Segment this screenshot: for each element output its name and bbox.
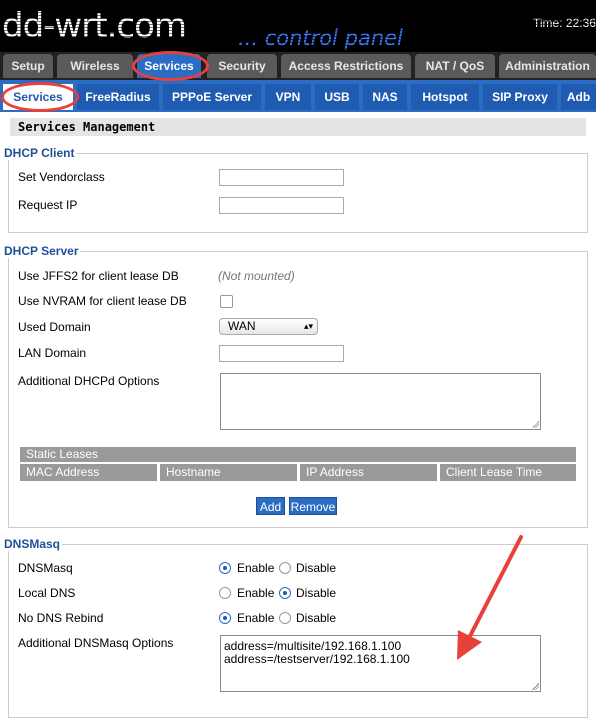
dnsmasq-options-textarea[interactable]: address=/multisite/192.168.1.100 address… — [220, 635, 541, 692]
local-dns-enable-label: Enable — [237, 586, 275, 600]
no-dns-rebind-disable-label: Disable — [296, 611, 337, 625]
dnsmasq-label: DNSMasq — [18, 561, 73, 575]
local-dns-disable-radio[interactable] — [279, 587, 291, 599]
dnsmasq-enable-radio[interactable] — [219, 562, 231, 574]
no-dns-rebind-disable-radio[interactable] — [279, 612, 291, 624]
tab-wireless[interactable]: Wireless — [57, 54, 133, 78]
logo: dd-wrt.com — [2, 6, 187, 46]
subtab-freeradius[interactable]: FreeRadius — [77, 84, 159, 110]
vendorclass-label: Set Vendorclass — [18, 170, 105, 184]
local-dns-label: Local DNS — [18, 586, 76, 600]
sub-tab-bar: Services FreeRadius PPPoE Server VPN USB… — [0, 80, 596, 112]
remove-lease-button[interactable]: Remove — [289, 497, 337, 515]
dnsmasq-options-label: Additional DNSMasq Options — [18, 636, 174, 650]
select-arrows-icon: ▴▾ — [303, 321, 313, 331]
dhcp-server-legend: DHCP Server — [2, 244, 81, 258]
local-dns-enable-radio[interactable] — [219, 587, 231, 599]
subtab-services[interactable]: Services — [3, 84, 73, 110]
subtab-vpn[interactable]: VPN — [265, 84, 311, 110]
nvram-label: Use NVRAM for client lease DB — [18, 294, 187, 308]
control-panel-title: ... control panel — [238, 26, 403, 50]
header-banner: dd-wrt.com ... control panel Time: 22:36… — [0, 0, 596, 52]
jffs2-status-note: (Not mounted) — [218, 269, 295, 283]
subtab-sip-proxy[interactable]: SIP Proxy — [483, 84, 557, 110]
used-domain-select[interactable]: WAN ▴▾ — [219, 318, 318, 335]
col-client-lease-time: Client Lease Time — [440, 464, 576, 481]
resize-grip-icon[interactable] — [532, 421, 539, 428]
tab-administration[interactable]: Administration — [499, 54, 596, 78]
request-ip-input[interactable] — [219, 197, 344, 214]
dhcp-client-fieldset — [8, 153, 588, 233]
dhcp-client-legend: DHCP Client — [2, 146, 77, 160]
dnsmasq-enable-label: Enable — [237, 561, 275, 575]
no-dns-rebind-label: No DNS Rebind — [18, 611, 104, 625]
add-lease-button[interactable]: Add — [256, 497, 285, 515]
tab-nat-qos[interactable]: NAT / QoS — [415, 54, 495, 78]
tab-setup[interactable]: Setup — [3, 54, 53, 78]
no-dns-rebind-enable-label: Enable — [237, 611, 275, 625]
subtab-usb[interactable]: USB — [315, 84, 359, 110]
col-hostname: Hostname — [160, 464, 297, 481]
main-tab-bar: Setup Wireless Services Security Access … — [0, 52, 596, 80]
dnsmasq-disable-label: Disable — [296, 561, 337, 575]
nvram-checkbox[interactable] — [220, 295, 233, 308]
vendorclass-input[interactable] — [219, 169, 344, 186]
lan-domain-label: LAN Domain — [18, 346, 87, 360]
local-dns-disable-label: Disable — [296, 586, 337, 600]
subtab-adblock[interactable]: Adb — [561, 84, 596, 110]
static-leases-header: Static Leases — [20, 447, 576, 462]
jffs2-label: Use JFFS2 for client lease DB — [18, 269, 179, 283]
used-domain-label: Used Domain — [18, 320, 91, 334]
dnsmasq-disable-radio[interactable] — [279, 562, 291, 574]
no-dns-rebind-enable-radio[interactable] — [219, 612, 231, 624]
lan-domain-input[interactable] — [219, 345, 344, 362]
col-ip-address: IP Address — [300, 464, 437, 481]
dhcpd-options-label: Additional DHCPd Options — [18, 374, 160, 388]
tab-services[interactable]: Services — [137, 54, 201, 78]
subtab-pppoe-server[interactable]: PPPoE Server — [163, 84, 261, 110]
request-ip-label: Request IP — [18, 198, 78, 212]
subtab-hotspot[interactable]: Hotspot — [411, 84, 479, 110]
resize-grip-icon[interactable] — [532, 683, 539, 690]
col-mac-address: MAC Address — [20, 464, 157, 481]
time-display: Time: 22:36: — [533, 16, 596, 30]
section-title: Services Management — [10, 118, 586, 136]
tab-security[interactable]: Security — [207, 54, 277, 78]
dhcpd-options-textarea[interactable] — [220, 373, 541, 430]
tab-access-restrictions[interactable]: Access Restrictions — [281, 54, 411, 78]
subtab-nas[interactable]: NAS — [363, 84, 407, 110]
dnsmasq-legend: DNSMasq — [2, 537, 63, 551]
